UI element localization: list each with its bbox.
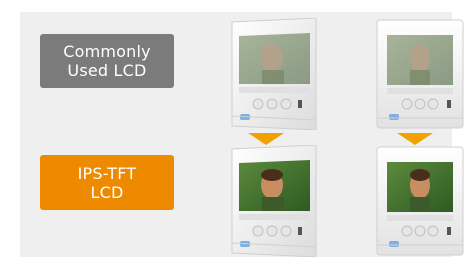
down-arrow-right [397,133,433,145]
commonly-used-lcd-line-1: Commonly [63,42,151,61]
intercom-monitor-ips-front [376,146,464,256]
ips-tft-lcd-line-2: LCD [90,182,124,202]
ips-tft-lcd-line-1: IPS-TFT [77,163,137,183]
down-arrow-left [248,133,284,145]
intercom-monitor-ips-angled [231,145,317,257]
commonly-used-lcd-line-2: Used LCD [67,61,147,80]
intercom-monitor-common-front [376,19,464,129]
commonly-used-lcd-label: Commonly Used LCD [40,34,174,88]
ips-tft-lcd-label: IPS-TFT LCD [40,155,174,210]
intercom-monitor-common-angled [231,18,317,130]
